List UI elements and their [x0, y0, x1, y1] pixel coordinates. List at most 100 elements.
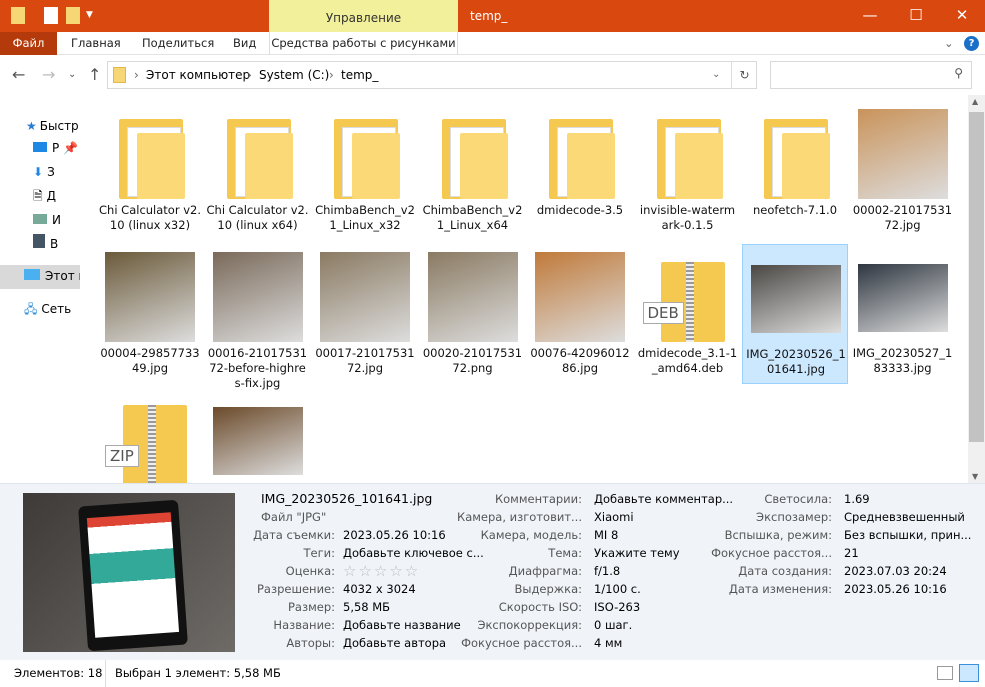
property-value[interactable]: f/1.8	[594, 562, 620, 580]
property-label: Вспышка, режим:	[724, 528, 832, 542]
nav-label: З	[47, 165, 55, 179]
property-value[interactable]: Без вспышки, прин...	[844, 526, 971, 544]
minimize-button[interactable]: —	[847, 0, 893, 32]
property-label: Выдержка:	[514, 582, 582, 596]
nav-pictures[interactable]: И	[0, 209, 80, 231]
nav-this-pc[interactable]: Этот к	[0, 265, 80, 289]
context-tab-manage[interactable]: Управление	[269, 0, 458, 32]
property-value[interactable]: 5,58 МБ	[343, 598, 390, 616]
tab-view[interactable]: Вид	[233, 32, 256, 55]
back-button[interactable]: ←	[12, 65, 25, 84]
image-item[interactable]: IMG_20230527_183333.jpg	[850, 244, 956, 384]
folder-item[interactable]: dmidecode-3.5	[527, 101, 633, 241]
new-folder-icon[interactable]	[66, 7, 80, 24]
folder-item[interactable]: Chi Calculator v2.10 (linux x32)	[97, 101, 203, 241]
property-label: Размер:	[287, 600, 335, 614]
property-label: Экспозамер:	[756, 510, 832, 524]
image-item[interactable]: 00020-2101753172.png	[420, 244, 526, 384]
nav-network[interactable]: 🖧 Сеть	[0, 298, 80, 320]
forward-button[interactable]: →	[42, 65, 55, 84]
property-label: Название:	[273, 618, 335, 632]
breadcrumb-temp[interactable]: temp_	[341, 68, 378, 82]
property-label: Дата съемки:	[253, 528, 335, 542]
property-value[interactable]: 1.69	[844, 490, 870, 508]
image-item[interactable]: 00076-4209601286.jpg	[527, 244, 633, 384]
image-thumbnail	[535, 252, 625, 342]
property-label: Фокусное расстоя...	[711, 546, 832, 560]
image-item[interactable]: 00004-2985773349.jpg	[97, 244, 203, 384]
address-bar[interactable]: › Этот компьютер › System (C:) › temp_ ⌄…	[107, 61, 757, 89]
property-value[interactable]: 1/100 с.	[594, 580, 641, 598]
property-value[interactable]: Добавьте название	[343, 616, 461, 634]
nav-desktop[interactable]: Р 📌	[0, 137, 80, 159]
breadcrumb-this-pc[interactable]: Этот компьютер	[146, 68, 250, 82]
close-button[interactable]: ✕	[939, 0, 985, 32]
customize-quick-access-icon[interactable]: ▼	[86, 10, 93, 20]
up-button[interactable]: ↑	[88, 65, 101, 84]
nav-label: Р	[52, 141, 60, 155]
details-view-button[interactable]	[937, 666, 953, 680]
property-label: Комментарии:	[494, 492, 582, 506]
folder-icon	[105, 109, 195, 199]
address-dropdown-icon[interactable]: ⌄	[712, 69, 720, 80]
image-item[interactable]: IMG_20230526_101641.jpg	[742, 244, 848, 384]
file-name: ChimbaBench_v21_Linux_x32	[315, 203, 415, 232]
property-value[interactable]: 4 мм	[594, 634, 622, 652]
folder-item[interactable]: Chi Calculator v2.10 (linux x64)	[205, 101, 311, 241]
property-value[interactable]: Добавьте ключевое с...	[343, 544, 484, 562]
folder-item[interactable]: ChimbaBench_v21_Linux_x32	[312, 101, 418, 241]
image-thumbnail	[320, 252, 410, 342]
tab-home[interactable]: Главная	[71, 32, 121, 55]
image-item[interactable]: 00017-2101753172.jpg	[312, 244, 418, 384]
folder-icon	[11, 7, 25, 24]
archive-item[interactable]: ZIP	[97, 387, 203, 483]
item-count: Элементов: 18	[14, 666, 103, 680]
image-item[interactable]: 00002-2101753172.jpg	[850, 101, 956, 241]
nav-quick-access[interactable]: ★ Быстр	[0, 115, 80, 137]
property-value[interactable]: 2023.07.03 20:24	[844, 562, 947, 580]
folder-item[interactable]: invisible-watermark-0.1.5	[635, 101, 741, 241]
property-label: Светосила:	[764, 492, 832, 506]
recent-locations-icon[interactable]: ⌄	[68, 69, 76, 80]
property-label: Скорость ISO:	[498, 600, 582, 614]
search-input[interactable]: ⚲	[770, 61, 972, 89]
file-name: 00076-4209601286.jpg	[530, 346, 630, 375]
maximize-button[interactable]: ☐	[893, 0, 939, 32]
help-icon[interactable]: ?	[964, 36, 979, 51]
nav-videos[interactable]: В	[0, 233, 80, 255]
folder-item[interactable]: ChimbaBench_v21_Linux_x64	[420, 101, 526, 241]
property-value[interactable]: Средневзвешенный	[844, 508, 965, 526]
properties-icon[interactable]	[44, 7, 58, 24]
tab-file[interactable]: Файл	[0, 32, 57, 55]
refresh-icon[interactable]: ↻	[731, 62, 757, 88]
property-value[interactable]: Укажите тему	[594, 544, 680, 562]
nav-downloads[interactable]: ⬇ З	[0, 161, 80, 183]
tab-share[interactable]: Поделиться	[142, 32, 214, 55]
status-bar: Элементов: 18 Выбран 1 элемент: 5,58 МБ	[0, 660, 985, 687]
tab-picture-tools[interactable]: Средства работы с рисунками	[269, 32, 458, 55]
file-name: IMG_20230526_101641.jpg	[746, 347, 846, 376]
property-value[interactable]: 4032 x 3024	[343, 580, 416, 598]
property-value[interactable]: Xiaomi	[594, 508, 634, 526]
archive-item[interactable]: DEB dmidecode_3.1-1_amd64.deb	[635, 244, 741, 384]
nav-documents[interactable]: 🗎 Д	[0, 185, 80, 207]
scrollbar-thumb[interactable]	[969, 112, 984, 442]
property-value[interactable]: 0 шаг.	[594, 616, 632, 634]
large-icons-view-button[interactable]	[959, 664, 979, 682]
image-item[interactable]: 00016-2101753172-before-highres-fix.jpg	[205, 244, 311, 390]
folder-icon	[213, 109, 303, 199]
property-value[interactable]: Добавьте комментар...	[594, 490, 733, 508]
breadcrumb-system-c[interactable]: System (C:)	[259, 68, 329, 82]
property-value[interactable]: ☆☆☆☆☆	[343, 562, 420, 580]
property-label: Дата создания:	[738, 564, 832, 578]
property-value[interactable]: Добавьте автора	[343, 634, 446, 652]
folder-item[interactable]: neofetch-7.1.0	[742, 101, 848, 241]
property-value[interactable]: ISO-263	[594, 598, 640, 616]
property-value[interactable]: MI 8	[594, 526, 618, 544]
property-value[interactable]: 2023.05.26 10:16	[343, 526, 446, 544]
expand-ribbon-icon[interactable]: ⌄	[944, 32, 954, 55]
property-value[interactable]: 21	[844, 544, 859, 562]
image-item[interactable]	[205, 387, 311, 483]
property-value[interactable]: 2023.05.26 10:16	[844, 580, 947, 598]
file-name: 00002-2101753172.jpg	[852, 203, 953, 232]
